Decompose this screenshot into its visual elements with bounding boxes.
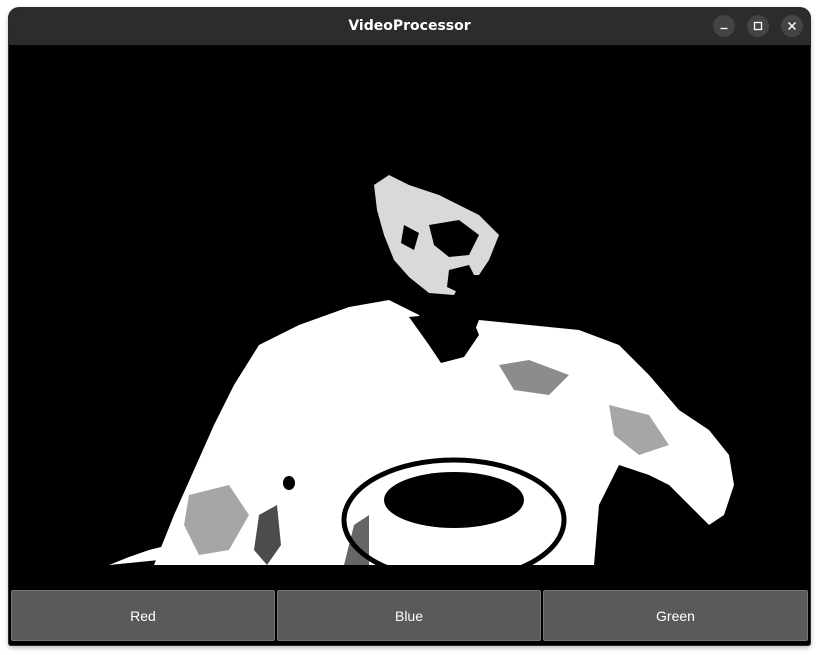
blue-button[interactable]: Blue <box>277 590 541 641</box>
red-button[interactable]: Red <box>11 590 275 641</box>
color-button-bar: Red Blue Green <box>9 588 810 645</box>
close-button[interactable] <box>781 15 803 37</box>
video-display <box>9 45 810 588</box>
thresholded-video-frame <box>9 45 810 588</box>
close-icon <box>788 22 796 30</box>
maximize-icon <box>753 21 763 31</box>
minimize-icon <box>720 27 728 30</box>
title-bar[interactable]: VideoProcessor <box>9 8 810 45</box>
minimize-button[interactable] <box>713 15 735 37</box>
green-button[interactable]: Green <box>543 590 808 641</box>
window-title: VideoProcessor <box>348 18 471 34</box>
maximize-button[interactable] <box>747 15 769 37</box>
app-window: VideoProcessor Red Blue Green <box>9 8 810 645</box>
